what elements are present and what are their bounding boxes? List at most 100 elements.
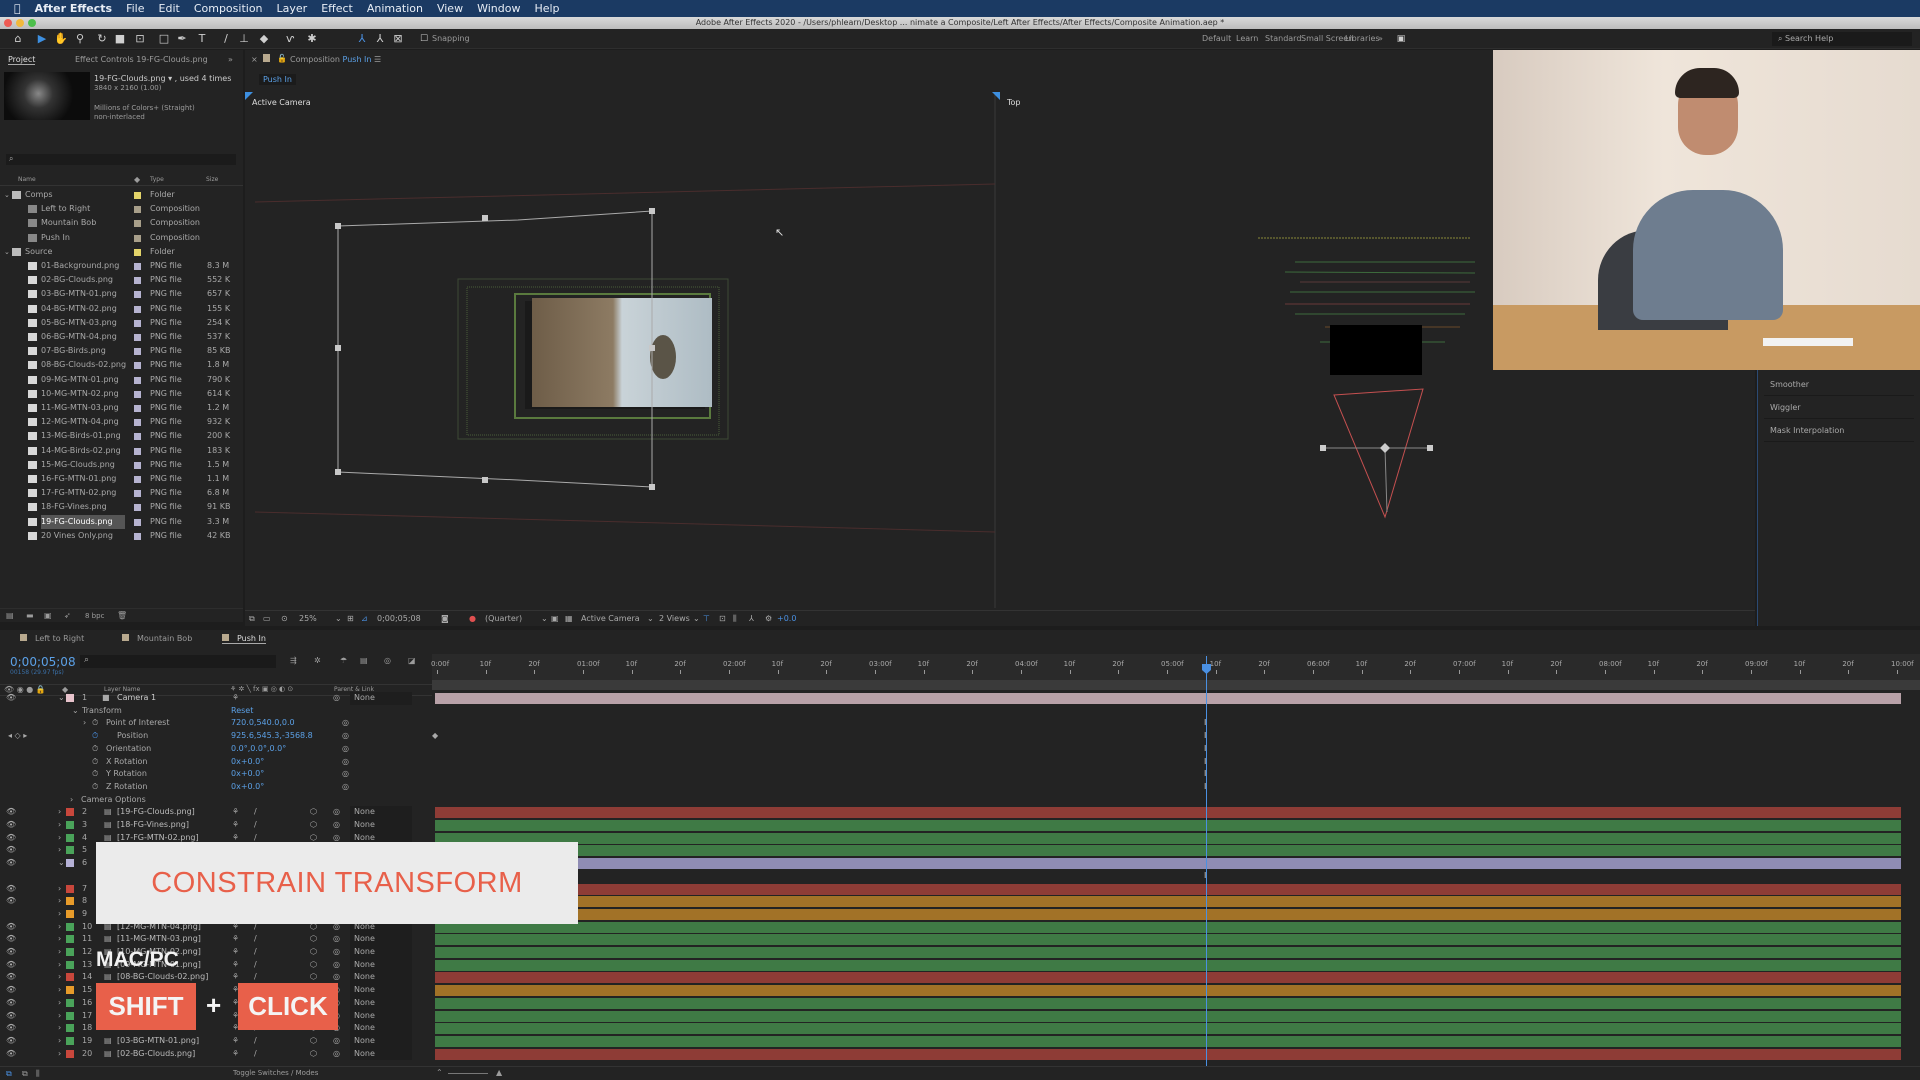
chevron-right-icon[interactable]: ›: [58, 971, 61, 984]
column-size[interactable]: Size: [206, 176, 218, 183]
chevron-down-icon[interactable]: ⌄: [58, 857, 65, 870]
project-item[interactable]: 01-Background.png PNG file 8.3 M: [0, 259, 243, 273]
eye-icon[interactable]: 👁: [6, 844, 16, 857]
parent-select[interactable]: None: [350, 984, 412, 997]
tab-push-in[interactable]: Push In: [222, 634, 266, 644]
project-item[interactable]: 09-MG-MTN-01.png PNG file 790 K: [0, 373, 243, 387]
project-item[interactable]: 06-BG-MTN-04.png PNG file 537 K: [0, 330, 243, 344]
magnification-select[interactable]: 25%: [299, 614, 317, 623]
transform-handle[interactable]: [649, 208, 655, 214]
eye-icon[interactable]: 👁: [6, 806, 16, 819]
pickwhip-icon[interactable]: ◎: [333, 933, 340, 946]
property-row[interactable]: ◂ ◇ ▸◆⏱Position925.6,545.3,-3568.8◎I: [0, 730, 1920, 743]
shy-switch-icon[interactable]: ⚘: [232, 933, 239, 946]
panel-overflow[interactable]: »: [228, 55, 233, 64]
layer-row[interactable]: 👁 › 19 ▤ [03-BG-MTN-01.png] ⚘ / ⬡ ◎ None: [0, 1034, 1920, 1048]
eye-icon[interactable]: 👁: [6, 971, 16, 984]
layer-duration-bar[interactable]: [435, 1048, 1901, 1060]
project-item[interactable]: 05-BG-MTN-03.png PNG file 254 K: [0, 316, 243, 330]
vr-icon[interactable]: ⊙: [281, 614, 288, 623]
label-color[interactable]: [134, 248, 141, 256]
label-color[interactable]: [134, 234, 141, 242]
quality-switch-icon[interactable]: /: [254, 959, 257, 972]
in-out-icon[interactable]: ⫼: [36, 1069, 40, 1079]
project-item[interactable]: 07-BG-Birds.png PNG file 85 KB: [0, 344, 243, 358]
quality-switch-icon[interactable]: /: [254, 819, 257, 832]
label-color[interactable]: [134, 390, 141, 398]
shy-switch-icon[interactable]: ⚘: [232, 819, 239, 832]
workspace-learn[interactable]: Learn: [1236, 34, 1258, 43]
tab-composition[interactable]: Composition Push In ☰: [290, 55, 381, 64]
chevron-right-icon[interactable]: ›: [58, 908, 61, 921]
keyframe-marker[interactable]: ◆: [432, 730, 438, 743]
chevron-right-icon[interactable]: ›: [83, 717, 86, 730]
motion-blur-icon[interactable]: ◎: [384, 656, 391, 665]
camera-options-group[interactable]: › Camera Options: [0, 794, 1920, 807]
menu-view[interactable]: View: [437, 2, 463, 15]
property-row[interactable]: ⏱X Rotation0x+0.0°◎I: [0, 756, 1920, 769]
project-search-input[interactable]: ⌕: [6, 154, 236, 165]
label-color[interactable]: [134, 518, 141, 526]
eye-icon[interactable]: 👁: [6, 933, 16, 946]
label-color[interactable]: [66, 833, 74, 842]
shape-tool-icon[interactable]: □: [158, 33, 170, 45]
layer-duration-bar[interactable]: [435, 908, 1901, 920]
transform-handle[interactable]: [335, 345, 341, 351]
view-layout-select[interactable]: 2 Views: [659, 614, 690, 623]
camera-tool-icon[interactable]: ■: [114, 33, 126, 45]
timeline-zoom-slider[interactable]: [448, 1073, 488, 1074]
stopwatch-icon[interactable]: ⏱: [92, 781, 98, 794]
chevron-right-icon[interactable]: ›: [58, 895, 61, 908]
selection-tool-icon[interactable]: ▶: [36, 33, 48, 45]
local-axis-icon[interactable]: ⅄: [356, 33, 368, 45]
label-color[interactable]: [134, 206, 141, 214]
chevron-down-icon[interactable]: ⌄: [4, 245, 10, 259]
label-color[interactable]: [66, 1049, 74, 1058]
stopwatch-icon[interactable]: ⏱: [92, 743, 98, 756]
parent-select[interactable]: None: [350, 1034, 412, 1048]
shy-switch-icon[interactable]: ⚘: [232, 946, 239, 959]
label-color[interactable]: [134, 305, 141, 313]
layer-duration-bar[interactable]: [435, 1010, 1901, 1022]
shy-switch-icon[interactable]: ⚘: [232, 1035, 239, 1048]
playhead[interactable]: [1205, 656, 1207, 1068]
menu-edit[interactable]: Edit: [159, 2, 180, 15]
world-axis-icon[interactable]: ⅄: [374, 33, 386, 45]
view-axis-icon[interactable]: ⊠: [392, 33, 404, 45]
label-color[interactable]: [66, 986, 74, 995]
expression-pickwhip-icon[interactable]: ◎: [342, 756, 349, 769]
label-color[interactable]: [66, 1011, 74, 1020]
eye-icon[interactable]: 👁: [6, 692, 16, 705]
label-color[interactable]: [66, 909, 74, 918]
chevron-right-icon[interactable]: ›: [58, 959, 61, 972]
menu-file[interactable]: File: [126, 2, 144, 15]
label-color[interactable]: [66, 808, 74, 817]
camera-view-select[interactable]: Active Camera: [581, 614, 640, 623]
chevron-down-icon[interactable]: ⌄: [4, 188, 10, 202]
layer-switches-icon[interactable]: ⧉: [6, 1069, 12, 1079]
eye-icon[interactable]: 👁: [6, 857, 16, 870]
layer-duration-bar[interactable]: [435, 858, 1901, 870]
layer-duration-bar[interactable]: [435, 896, 1901, 908]
new-composition-icon[interactable]: ▣: [44, 611, 52, 620]
label-color[interactable]: [66, 935, 74, 944]
chevron-down-icon[interactable]: ⌄: [647, 614, 654, 623]
layer-duration-bar[interactable]: [435, 693, 1901, 704]
project-item[interactable]: Left to Right Composition: [0, 202, 243, 216]
expression-pickwhip-icon[interactable]: ◎: [342, 717, 349, 730]
chevron-right-icon[interactable]: ›: [58, 933, 61, 946]
label-color[interactable]: [66, 1024, 74, 1033]
quality-switch-icon[interactable]: /: [254, 806, 257, 819]
pickwhip-icon[interactable]: ◎: [333, 692, 340, 705]
project-item[interactable]: Mountain Bob Composition: [0, 216, 243, 230]
close-tab-icon[interactable]: ×: [251, 55, 258, 64]
3d-layer-switch-icon[interactable]: ⬡: [310, 1035, 317, 1048]
chevron-right-icon[interactable]: ›: [58, 1048, 61, 1061]
layer-row[interactable]: 👁 › 3 ▤ [18-FG-Vines.png] ⚘ / ⬡ ◎ None: [0, 819, 1920, 832]
eye-icon[interactable]: 👁: [6, 984, 16, 997]
label-color[interactable]: [134, 419, 141, 427]
grid-icon[interactable]: ⊞: [347, 614, 354, 623]
project-item[interactable]: 08-BG-Clouds-02.png PNG file 1.8 M: [0, 358, 243, 372]
quality-switch-icon[interactable]: /: [254, 1048, 257, 1061]
pickwhip-icon[interactable]: ◎: [333, 819, 340, 832]
